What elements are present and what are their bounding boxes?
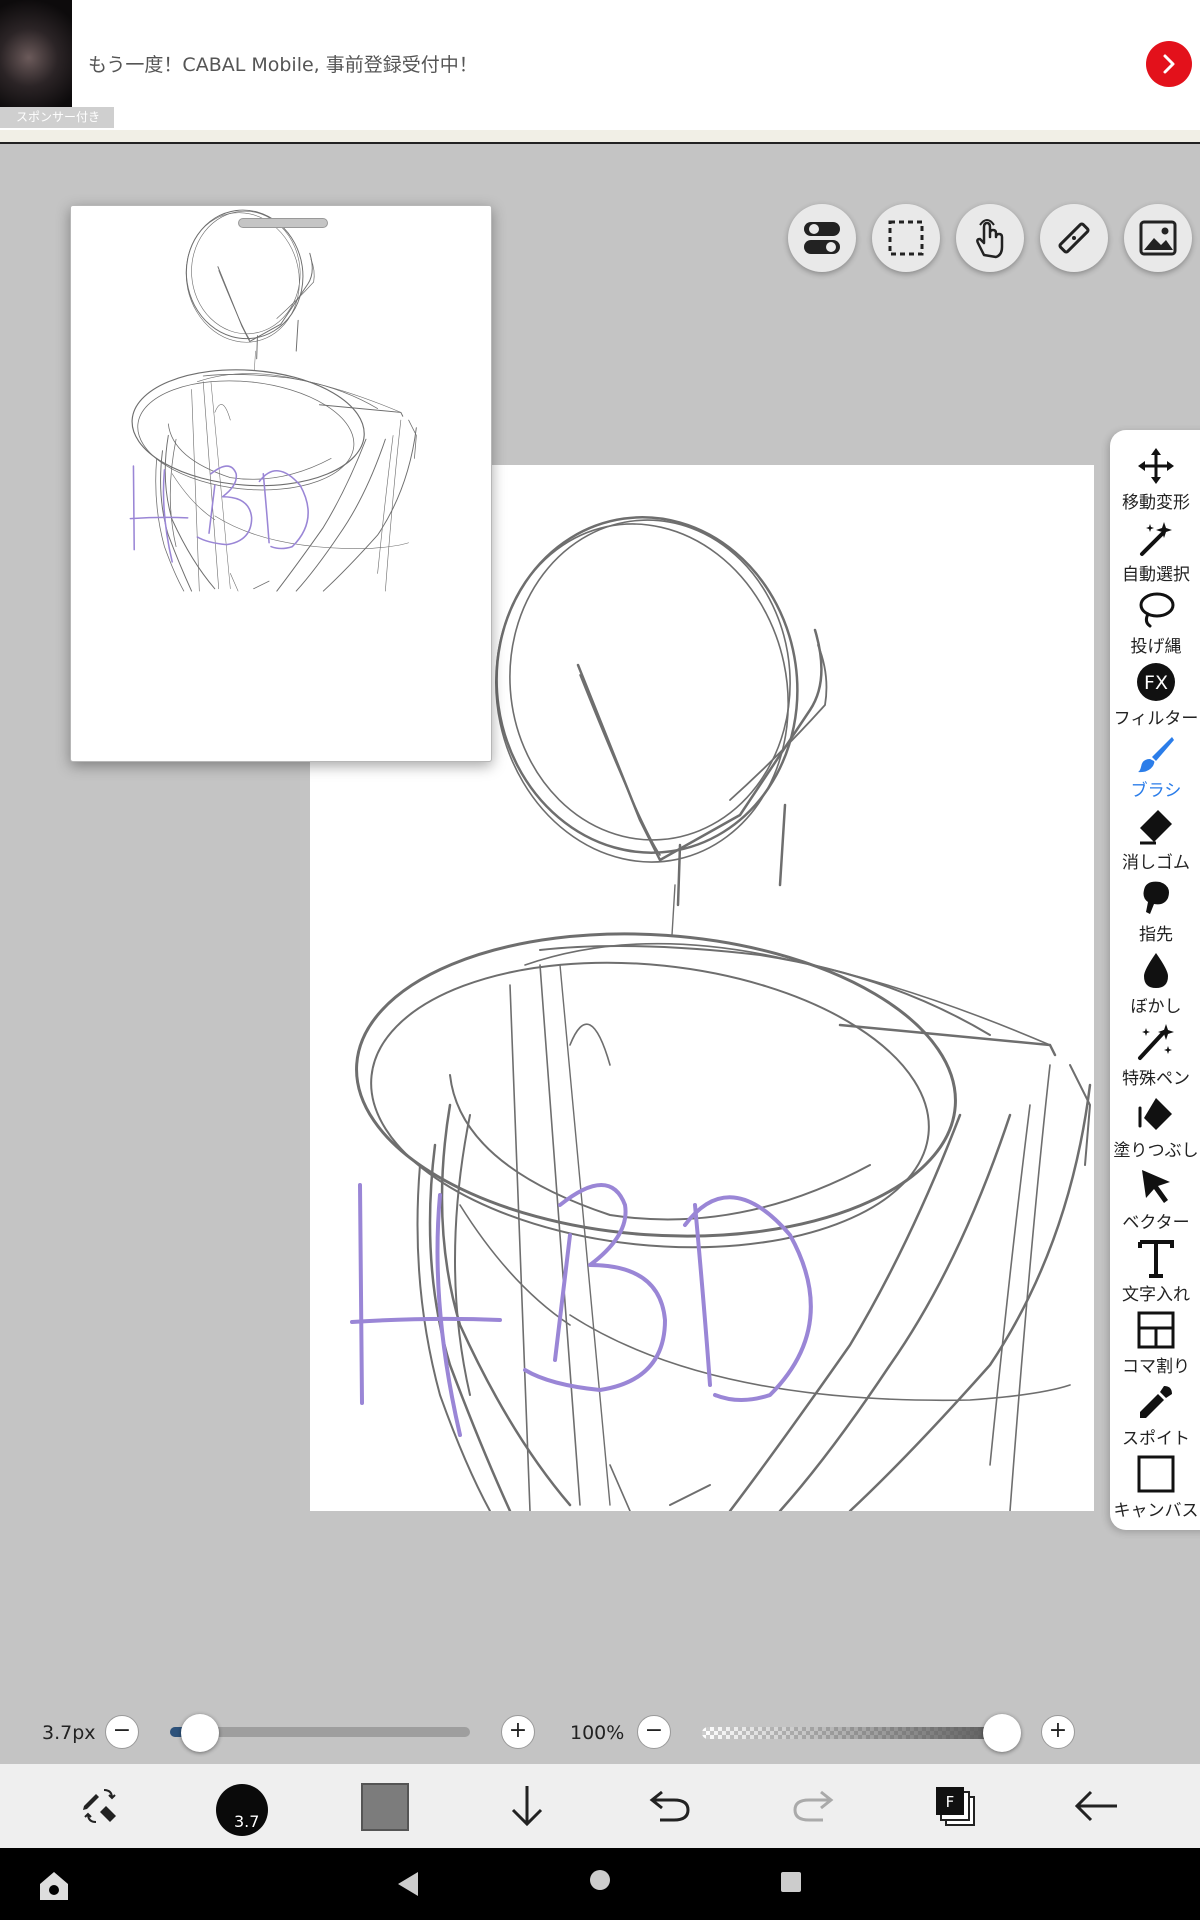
selection-icon	[888, 220, 924, 256]
tool-label: スポイト	[1122, 1429, 1190, 1449]
selection-button[interactable]	[872, 204, 940, 272]
system-navigation-bar	[0, 1848, 1200, 1920]
svg-text:FX: FX	[1144, 672, 1168, 694]
toggle-icon	[804, 222, 840, 254]
navigator-thumbnail[interactable]	[70, 205, 492, 762]
brush-slider-row: 3.7px − + 100% − +	[0, 1700, 1200, 1764]
tool-label: 自動選択	[1122, 565, 1190, 585]
tool-canvas[interactable]: キャンバス	[1110, 1450, 1200, 1522]
eyedropper-icon	[1140, 1386, 1172, 1418]
tool-filter[interactable]: FX フィルター	[1110, 658, 1200, 730]
keyboard-accessibility-icon[interactable]	[36, 1866, 72, 1902]
tool-special-pen[interactable]: 特殊ペン	[1110, 1018, 1200, 1090]
hand-button[interactable]	[956, 204, 1024, 272]
ruler-button[interactable]	[1040, 204, 1108, 272]
toggle-button[interactable]	[788, 204, 856, 272]
tool-label: フィルター	[1113, 709, 1199, 729]
arrow-down-icon	[511, 1786, 543, 1827]
pen-eraser-swap-icon	[83, 1789, 116, 1823]
tool-label: 文字入れ	[1122, 1285, 1190, 1305]
hand-icon	[976, 219, 1004, 259]
redo-icon	[793, 1790, 834, 1822]
brush-icon	[1138, 737, 1174, 773]
tool-label: キャンバス	[1113, 1501, 1199, 1521]
chevron-right-icon	[1163, 54, 1175, 74]
tool-brush[interactable]: ブラシ	[1110, 730, 1200, 802]
image-button[interactable]	[1124, 204, 1192, 272]
size-increase-button[interactable]: +	[501, 1715, 535, 1749]
size-decrease-button[interactable]: −	[105, 1715, 139, 1749]
bottom-toolbar: 3.7 F	[0, 1764, 1200, 1848]
tool-label: 移動変形	[1122, 493, 1190, 513]
text-icon	[1138, 1240, 1174, 1278]
tool-label: 投げ縄	[1130, 637, 1182, 657]
brush-size-badge: 3.7	[234, 1812, 260, 1831]
brush-size-value: 3.7px	[42, 1722, 96, 1744]
tool-fill[interactable]: 塗りつぶし	[1110, 1090, 1200, 1162]
blur-icon	[1144, 953, 1168, 988]
ad-text[interactable]: もう一度！CABAL Mobile, 事前登録受付中！	[88, 50, 478, 77]
image-icon	[1139, 220, 1177, 256]
opacity-decrease-button[interactable]: −	[637, 1715, 671, 1749]
fx-icon: FX	[1137, 663, 1175, 701]
tool-label: 指先	[1139, 925, 1173, 945]
navigator-drag-handle[interactable]	[238, 218, 328, 228]
tool-blur[interactable]: ぼかし	[1110, 946, 1200, 1018]
ruler-icon	[1058, 222, 1090, 254]
tool-label: 塗りつぶし	[1113, 1141, 1199, 1161]
layers-icon: F	[936, 1787, 975, 1826]
tool-label: 消しゴム	[1122, 853, 1190, 873]
color-swatch[interactable]	[361, 1783, 409, 1831]
layers-button[interactable]: F	[925, 1776, 985, 1836]
tool-vector[interactable]: ベクター	[1110, 1162, 1200, 1234]
opacity-increase-button[interactable]: +	[1041, 1715, 1075, 1749]
frame-divider-icon	[1137, 1311, 1175, 1349]
tool-text[interactable]: 文字入れ	[1110, 1234, 1200, 1306]
tool-move-transform[interactable]: 移動変形	[1110, 442, 1200, 514]
ad-sponsor-label: スポンサー付き	[0, 107, 114, 128]
eraser-icon	[1140, 810, 1172, 845]
finger-icon	[1143, 881, 1169, 914]
download-button[interactable]	[497, 1776, 557, 1836]
tool-label: 特殊ペン	[1122, 1069, 1190, 1089]
ad-go-button[interactable]	[1146, 41, 1192, 87]
lasso-icon	[1139, 592, 1175, 628]
fill-icon	[1138, 1098, 1172, 1130]
tool-frame-divider[interactable]: コマ割り	[1110, 1306, 1200, 1378]
redo-button[interactable]	[783, 1776, 843, 1836]
tool-eyedropper[interactable]: スポイト	[1110, 1378, 1200, 1450]
size-slider-knob[interactable]	[181, 1714, 219, 1752]
magic-wand-icon	[1140, 522, 1172, 556]
opacity-slider[interactable]	[702, 1727, 1002, 1739]
canvas-icon	[1137, 1455, 1175, 1493]
vector-icon	[1142, 1170, 1170, 1203]
ad-banner[interactable]: スポンサー付き もう一度！CABAL Mobile, 事前登録受付中！	[0, 0, 1200, 130]
swap-pen-eraser-button[interactable]	[70, 1776, 130, 1836]
recents-square-icon[interactable]	[779, 1870, 803, 1894]
move-icon	[1138, 448, 1174, 484]
tool-lasso[interactable]: 投げ縄	[1110, 586, 1200, 658]
opacity-slider-knob[interactable]	[983, 1714, 1021, 1752]
tool-label: ベクター	[1122, 1213, 1190, 1233]
undo-icon	[649, 1790, 690, 1822]
back-button[interactable]	[1066, 1776, 1126, 1836]
tool-label: ブラシ	[1130, 781, 1182, 801]
special-pen-icon	[1138, 1024, 1174, 1060]
layer-label: F	[946, 1793, 955, 1811]
tool-auto-select[interactable]: 自動選択	[1110, 514, 1200, 586]
tool-eraser[interactable]: 消しゴム	[1110, 802, 1200, 874]
tool-palette: 移動変形 自動選択 投げ縄 FX フィルター ブラシ 消しゴム 指先 ぼかし 特…	[1110, 430, 1200, 1530]
undo-button[interactable]	[640, 1776, 700, 1836]
tool-finger[interactable]: 指先	[1110, 874, 1200, 946]
opacity-value: 100%	[570, 1722, 625, 1744]
back-triangle-icon[interactable]	[392, 1868, 424, 1900]
tool-label: コマ割り	[1122, 1357, 1190, 1377]
home-circle-icon[interactable]	[588, 1868, 612, 1892]
ad-divider	[0, 130, 1200, 144]
arrow-left-icon	[1074, 1790, 1117, 1822]
tool-label: ぼかし	[1130, 997, 1182, 1017]
navigator-preview	[127, 206, 418, 592]
